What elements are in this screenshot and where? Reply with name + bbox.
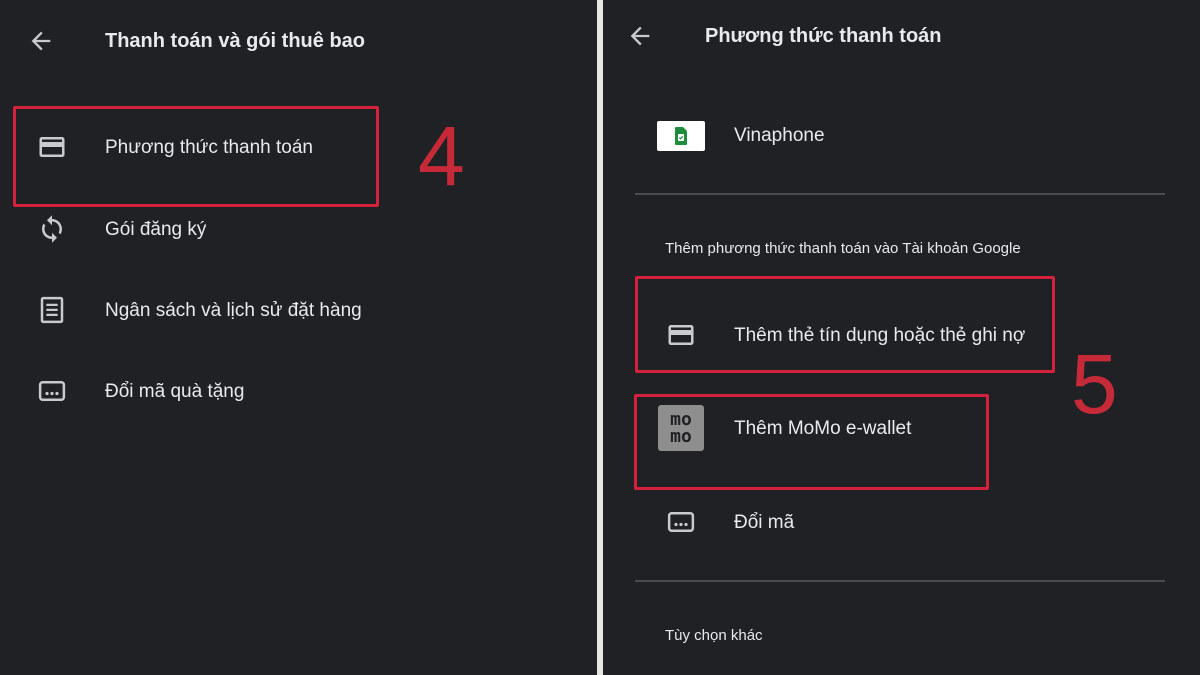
vinaphone-sim-icon <box>657 121 705 151</box>
step-number: 4 <box>418 109 465 203</box>
menu-item-label: Đổi mã <box>734 512 795 533</box>
redeem-code-icon <box>665 506 697 538</box>
redeem-code-icon <box>36 375 68 407</box>
section-label-other-options: Tùy chọn khác <box>665 627 763 644</box>
menu-item-label: Đổi mã quà tặng <box>105 381 245 402</box>
menu-item-label: Gói đăng ký <box>105 219 207 240</box>
menu-item-budget-history[interactable]: Ngân sách và lịch sử đặt hàng <box>0 280 597 342</box>
divider <box>635 193 1165 195</box>
menu-item-redeem-gift-code[interactable]: Đổi mã quà tặng <box>0 361 597 423</box>
back-arrow-icon[interactable] <box>626 22 654 50</box>
back-arrow-icon[interactable] <box>27 27 55 55</box>
menu-item-subscriptions[interactable]: Gói đăng ký <box>0 199 597 261</box>
highlight-box <box>13 106 379 207</box>
menu-item-label: Ngân sách và lịch sử đặt hàng <box>105 300 362 321</box>
right-panel: Phương thức thanh toán Vinaphone Thêm ph… <box>603 0 1200 675</box>
highlight-box <box>634 394 989 490</box>
sync-icon <box>36 213 68 245</box>
divider <box>635 580 1165 582</box>
payment-method-label: Vinaphone <box>734 125 825 146</box>
payment-method-vinaphone[interactable]: Vinaphone <box>603 105 1200 167</box>
section-label-add-payment: Thêm phương thức thanh toán vào Tài khoả… <box>665 240 1021 257</box>
receipt-icon <box>36 294 68 326</box>
step-number: 5 <box>1071 337 1118 431</box>
left-panel: Thanh toán và gói thuê bao Phương thức t… <box>0 0 597 675</box>
page-title: Phương thức thanh toán <box>705 25 942 47</box>
page-title: Thanh toán và gói thuê bao <box>105 30 365 52</box>
highlight-box <box>635 276 1055 373</box>
redeem-code-item[interactable]: Đổi mã <box>603 492 1200 554</box>
